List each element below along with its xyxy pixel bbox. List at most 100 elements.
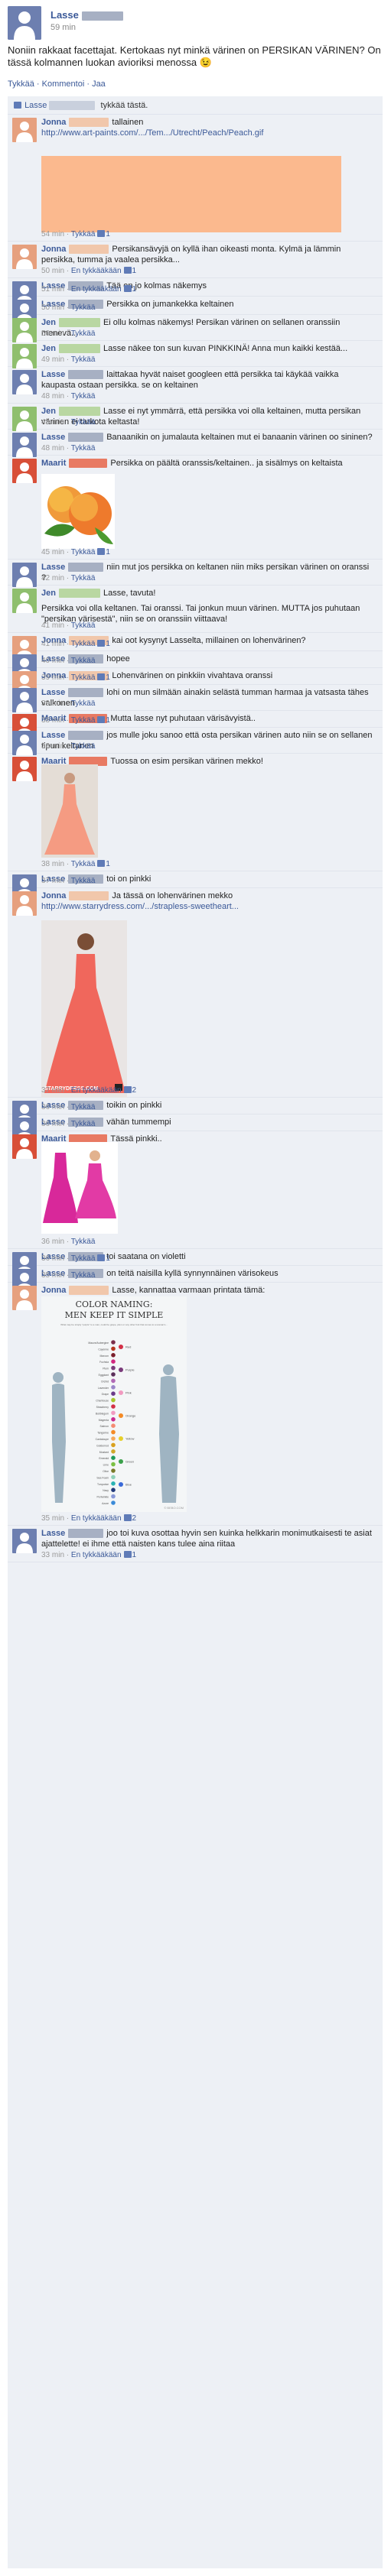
commenter-avatar[interactable] xyxy=(12,318,37,342)
comment-like-count[interactable]: 1 xyxy=(106,548,110,556)
comment-like-action[interactable]: Tykkää xyxy=(71,392,96,401)
commenter-name[interactable]: Jonna xyxy=(41,245,66,254)
comment-link[interactable]: http://www.art-paints.com/.../Tem.../Utr… xyxy=(41,128,263,138)
pink-dresses-photo[interactable] xyxy=(41,1142,118,1234)
comment-time[interactable]: 35 min xyxy=(41,1514,64,1523)
share-action[interactable]: Jaa xyxy=(92,79,106,89)
salmon-dress-photo[interactable]: STARRYDRESS.COM xyxy=(41,920,127,1098)
commenter-avatar[interactable] xyxy=(12,459,37,483)
commenter-avatar[interactable] xyxy=(12,891,37,916)
commenter-avatar[interactable] xyxy=(12,118,37,142)
comment-like-action[interactable]: Tykkää xyxy=(71,1271,96,1280)
comment-like-action[interactable]: Tykkää xyxy=(71,1254,96,1263)
like-action[interactable]: Tykkää xyxy=(8,79,34,89)
commenter-name[interactable]: Jonna xyxy=(41,1286,66,1295)
peach-color-swatch-image[interactable] xyxy=(41,156,341,232)
comment-time[interactable]: 35 min xyxy=(41,1271,64,1280)
comment-like-count[interactable]: 1 xyxy=(132,1551,137,1559)
post-time[interactable]: 59 min xyxy=(51,23,76,32)
commenter-avatar[interactable] xyxy=(12,1286,37,1310)
commenter-avatar[interactable] xyxy=(12,1134,37,1159)
comment-like-action[interactable]: Tykkää xyxy=(71,329,96,338)
commenter-name[interactable]: Jen xyxy=(41,407,56,416)
comment-time[interactable]: 36 min xyxy=(41,1120,64,1128)
color-naming-chart-image[interactable]: COLOR NAMING: MEN KEEP IT SIMPLE What may … xyxy=(41,1296,187,1512)
comment-time[interactable]: 50 min xyxy=(41,303,64,312)
comment-time[interactable]: 38 min xyxy=(41,742,64,751)
comment-like-action[interactable]: En tykkääkään xyxy=(71,285,122,294)
commenter-avatar[interactable] xyxy=(12,589,37,613)
commenter-name[interactable]: Jonna xyxy=(41,891,66,900)
comment-like-count[interactable]: 1 xyxy=(106,716,110,725)
comment-like-action[interactable]: En tykkääkään xyxy=(71,1514,122,1523)
comment-time[interactable]: 41 min xyxy=(41,640,64,648)
comment-time[interactable]: 48 min xyxy=(41,418,64,427)
commenter-name[interactable]: Lasse xyxy=(41,1529,65,1538)
comment-like-count[interactable]: 1 xyxy=(132,267,137,275)
commenter-avatar[interactable] xyxy=(12,344,37,368)
commenter-name[interactable]: Lasse xyxy=(41,731,65,740)
comment-time[interactable]: 45 min xyxy=(41,548,64,556)
comment-time[interactable]: 38 min xyxy=(41,716,64,725)
commenter-avatar[interactable] xyxy=(12,688,37,712)
comment-time[interactable]: 38 min xyxy=(41,860,64,868)
comment-like-count[interactable]: 1 xyxy=(132,285,137,294)
commenter-name[interactable]: Jen xyxy=(41,589,56,598)
commenter-name[interactable]: Jen xyxy=(41,318,56,327)
commenter-avatar[interactable] xyxy=(12,245,37,269)
comment-time[interactable]: 36 min xyxy=(41,1238,64,1246)
comment-like-action[interactable]: Tykkää xyxy=(71,1103,96,1111)
comment-link[interactable]: http://www.starrydress.com/.../strapless… xyxy=(41,902,239,911)
comment-time[interactable]: 51 min xyxy=(41,285,64,294)
commenter-avatar[interactable] xyxy=(12,370,37,394)
comment-like-action[interactable]: Tykkää xyxy=(71,548,96,556)
peach-dress-photo[interactable] xyxy=(41,764,98,858)
comment-like-count[interactable]: 1 xyxy=(106,230,110,238)
commenter-avatar[interactable] xyxy=(12,407,37,431)
comment-time[interactable]: 50 min xyxy=(41,329,64,338)
commenter-name[interactable]: Lasse xyxy=(41,433,65,442)
comment-like-action[interactable]: Tykkää xyxy=(71,640,96,648)
comment-like-action[interactable]: Tykkää xyxy=(71,355,96,364)
author-avatar[interactable] xyxy=(8,6,41,40)
comment-like-action[interactable]: Tykkää xyxy=(71,574,96,582)
comment-like-action[interactable]: En tykkääkään xyxy=(71,1551,122,1559)
peaches-photo[interactable] xyxy=(41,474,115,549)
comment-time[interactable]: 50 min xyxy=(41,267,64,275)
comment-like-count[interactable]: 1 xyxy=(106,860,110,868)
post-author[interactable]: Lasse xyxy=(51,9,126,21)
commenter-avatar[interactable] xyxy=(12,1529,37,1553)
comment-time[interactable]: 49 min xyxy=(41,355,64,364)
comment-like-action[interactable]: Tykkää xyxy=(71,699,96,708)
commenter-name[interactable]: Lasse xyxy=(41,563,65,572)
comment-time[interactable]: 37 min xyxy=(41,1086,64,1095)
comment-time[interactable]: 33 min xyxy=(41,1551,64,1559)
comment-like-count[interactable]: 1 xyxy=(106,673,110,682)
comment-like-count[interactable]: 1 xyxy=(106,640,110,648)
comment-like-action[interactable]: Tykkää xyxy=(71,230,96,238)
comment-like-action[interactable]: Tykkää xyxy=(71,1238,96,1246)
comment-time[interactable]: 48 min xyxy=(41,444,64,453)
comment-time[interactable]: 37 min xyxy=(41,877,64,885)
comment-like-count[interactable]: 1 xyxy=(106,1254,110,1263)
comment-action[interactable]: Kommentoi xyxy=(42,79,85,89)
commenter-avatar[interactable] xyxy=(12,433,37,457)
comment-like-count[interactable]: 2 xyxy=(132,1086,137,1095)
commenter-avatar[interactable] xyxy=(12,563,37,587)
commenter-name[interactable]: Jen xyxy=(41,344,56,353)
comment-like-action[interactable]: Tykkää xyxy=(71,303,96,312)
comment-time[interactable]: 48 min xyxy=(41,392,64,401)
comment-like-action[interactable]: Tykkää xyxy=(71,716,96,725)
comment-time[interactable]: 42 min xyxy=(41,574,64,582)
comment-like-action[interactable]: En tykkääkään xyxy=(71,1086,122,1095)
liker-name[interactable]: Lasse xyxy=(24,101,47,110)
comment-like-action[interactable]: Tykkää xyxy=(71,877,96,885)
comment-like-action[interactable]: Tykkää xyxy=(71,657,96,665)
comment-like-action[interactable]: Tykkää xyxy=(71,621,96,630)
comment-like-action[interactable]: Tykkää xyxy=(71,673,96,682)
comment-like-count[interactable]: 2 xyxy=(132,1514,137,1523)
commenter-avatar[interactable] xyxy=(12,757,37,781)
comment-like-action[interactable]: En tykkääkään xyxy=(71,267,122,275)
comment-time[interactable]: 39 min xyxy=(41,699,64,708)
comment-time[interactable]: 54 min xyxy=(41,230,64,238)
